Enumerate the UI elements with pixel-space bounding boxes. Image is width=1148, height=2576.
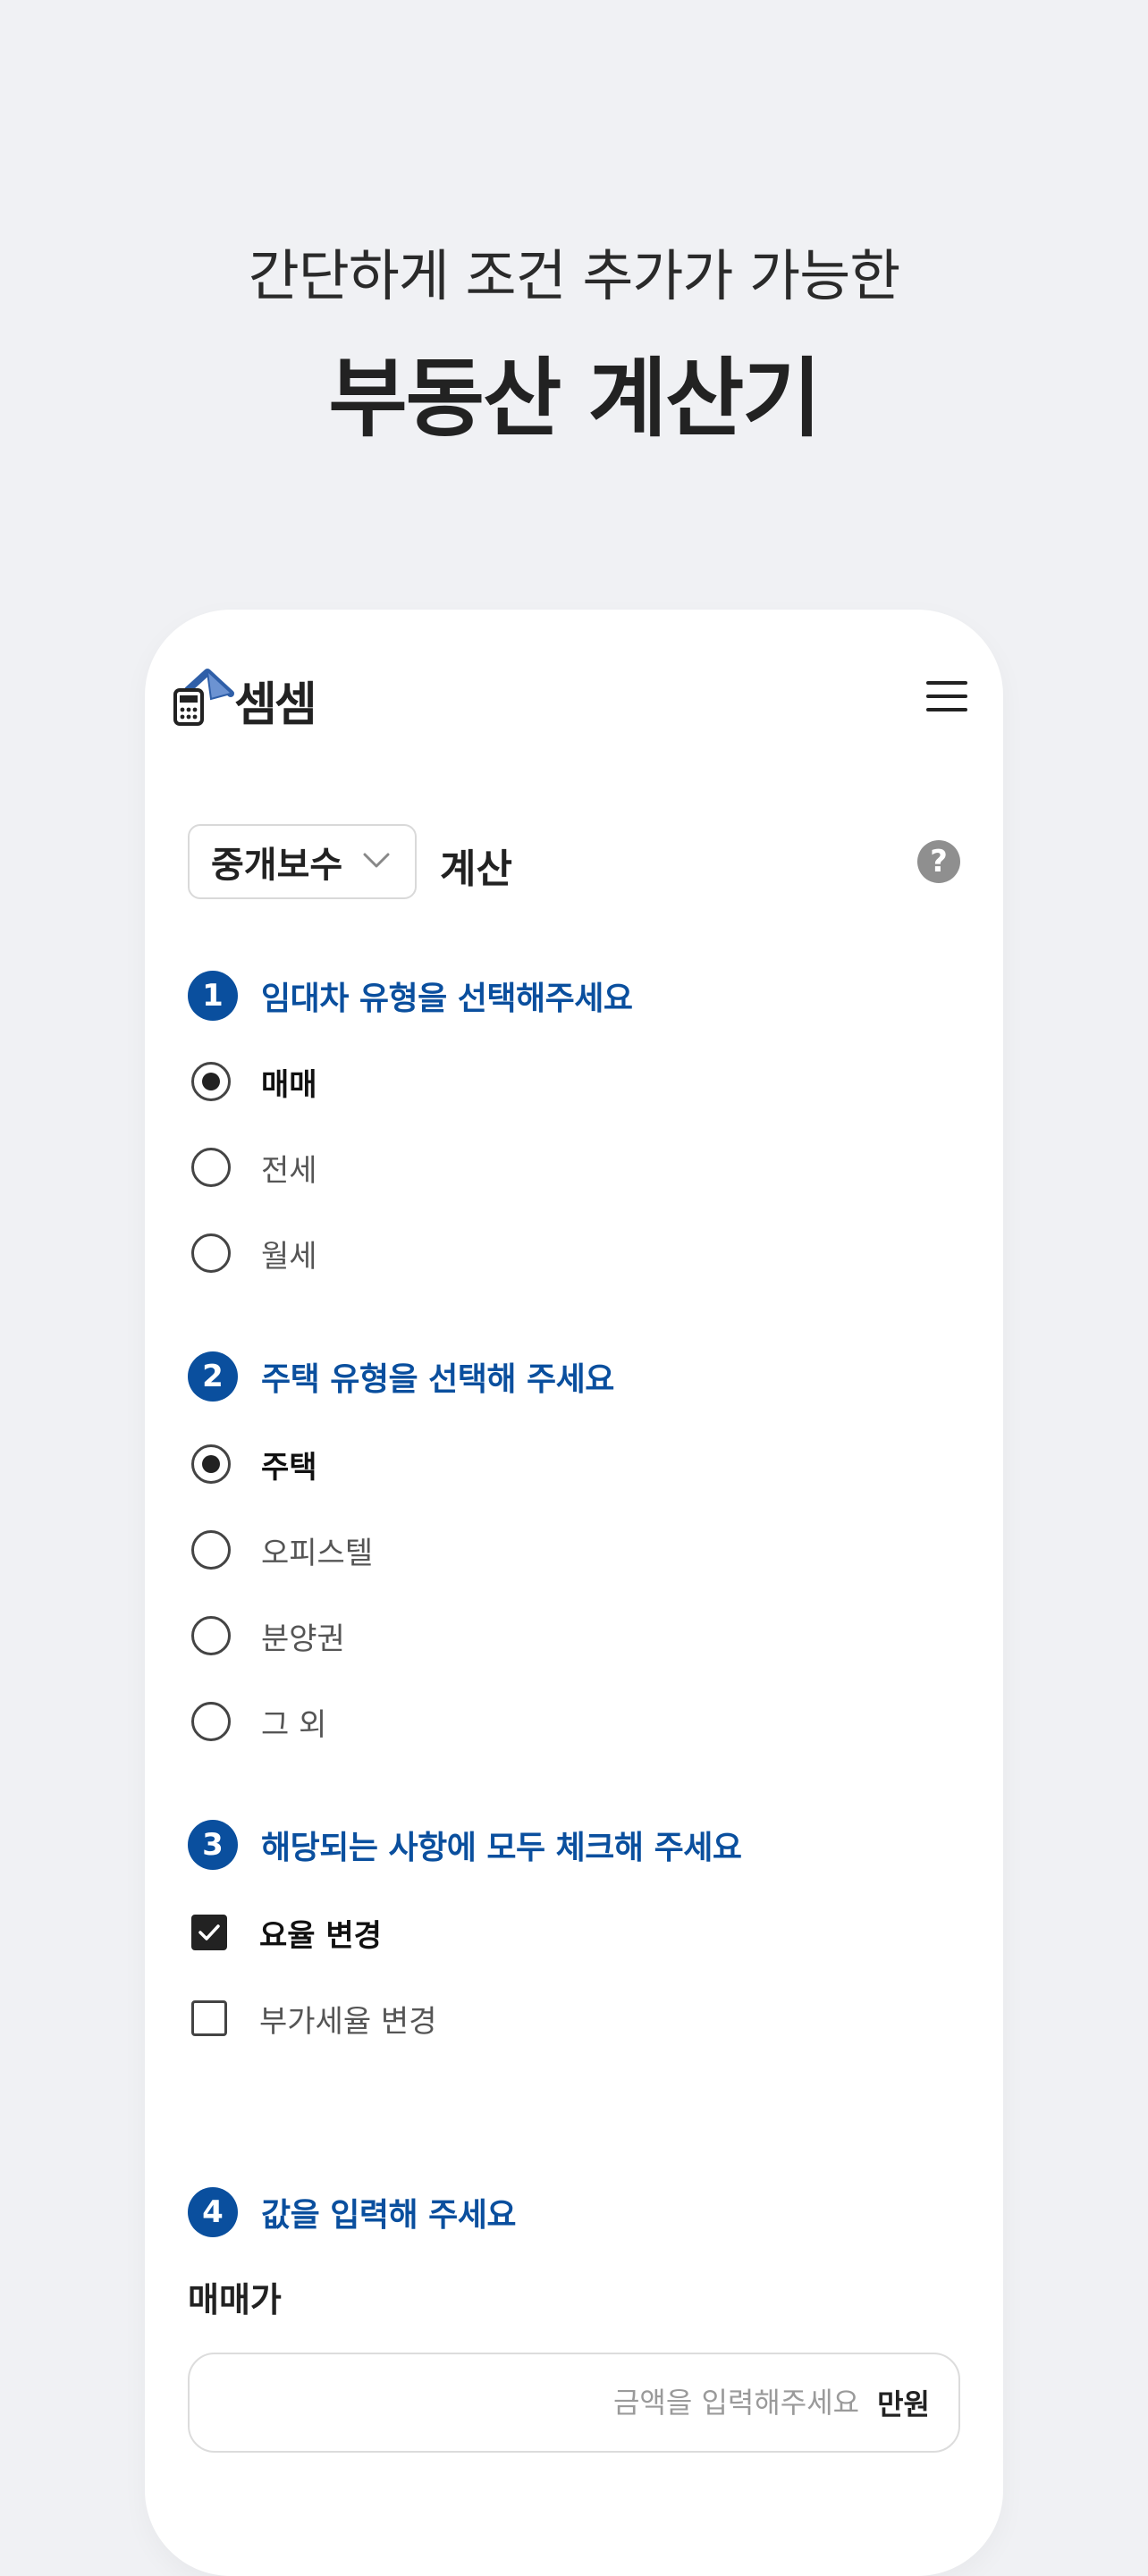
checkbox-vat-rate-change[interactable]: 부가세율 변경 bbox=[191, 1997, 437, 2040]
section-title-text: 주택 유형을 선택해 주세요 bbox=[261, 1361, 614, 1398]
radio-lease-jeonse[interactable]: 전세 bbox=[191, 1146, 317, 1189]
calculator-type-select[interactable]: 중개보수 bbox=[188, 824, 417, 899]
checkbox-checked-icon bbox=[191, 1915, 227, 1950]
sale-price-label: 매매가 bbox=[188, 2280, 282, 2319]
option-label: 오피스텔 bbox=[261, 1535, 374, 1571]
radio-empty-icon bbox=[191, 1233, 231, 1273]
step-number: 1 bbox=[188, 971, 238, 1021]
radio-selected-icon bbox=[191, 1062, 231, 1101]
option-label: 주택 bbox=[261, 1449, 317, 1486]
sale-price-field[interactable]: 만원 bbox=[188, 2353, 960, 2453]
help-icon[interactable]: ? bbox=[917, 840, 960, 883]
checkbox-rate-change[interactable]: 요율 변경 bbox=[191, 1911, 382, 1954]
radio-empty-icon bbox=[191, 1530, 231, 1570]
step-number: 2 bbox=[188, 1351, 238, 1402]
option-label: 부가세율 변경 bbox=[259, 2003, 437, 2040]
radio-house-type-house[interactable]: 주택 bbox=[191, 1443, 317, 1486]
hamburger-icon[interactable] bbox=[926, 681, 967, 711]
radio-house-type-other[interactable]: 그 외 bbox=[191, 1700, 326, 1743]
radio-selected-icon bbox=[191, 1444, 231, 1484]
sale-price-input[interactable] bbox=[285, 2385, 862, 2420]
headline-title: 부동산 계산기 bbox=[328, 349, 821, 449]
radio-empty-icon bbox=[191, 1616, 231, 1655]
radio-house-type-presale[interactable]: 분양권 bbox=[191, 1614, 345, 1657]
radio-house-type-officetel[interactable]: 오피스텔 bbox=[191, 1528, 373, 1571]
radio-lease-sale[interactable]: 매매 bbox=[191, 1060, 317, 1103]
section-title-text: 해당되는 사항에 모두 체크해 주세요 bbox=[261, 1830, 742, 1866]
house-calculator-icon bbox=[173, 669, 234, 726]
section-4-title: 4 값을 입력해 주세요 bbox=[188, 2187, 517, 2237]
calculator-header: 중개보수 계산 ? bbox=[188, 824, 960, 899]
calculator-label: 계산 bbox=[440, 846, 512, 892]
currency-unit: 만원 bbox=[877, 2387, 930, 2421]
check-icon bbox=[198, 1924, 220, 1940]
option-label: 월세 bbox=[261, 1238, 317, 1275]
option-label: 요율 변경 bbox=[259, 1917, 382, 1954]
app-logo-text: 셈셈 bbox=[234, 678, 317, 732]
checkbox-empty-icon bbox=[191, 2000, 227, 2036]
section-3-title: 3 해당되는 사항에 모두 체크해 주세요 bbox=[188, 1820, 742, 1870]
calculator-type-value: 중개보수 bbox=[211, 845, 343, 886]
step-number: 3 bbox=[188, 1820, 238, 1870]
section-1-title: 1 임대차 유형을 선택해주세요 bbox=[188, 971, 633, 1021]
option-label: 그 외 bbox=[261, 1706, 327, 1743]
option-label: 전세 bbox=[261, 1152, 317, 1189]
radio-lease-monthly[interactable]: 월세 bbox=[191, 1232, 317, 1275]
chevron-down-icon bbox=[363, 853, 390, 868]
radio-empty-icon bbox=[191, 1148, 231, 1187]
radio-empty-icon bbox=[191, 1702, 231, 1741]
headline-subtitle: 간단하게 조건 추가가 가능한 bbox=[248, 243, 901, 308]
step-number: 4 bbox=[188, 2187, 238, 2237]
section-title-text: 값을 입력해 주세요 bbox=[261, 2197, 517, 2234]
app-screen: 셈셈 중개보수 계산 ? 1 임대차 유형을 선택해주세요 매매 전세 월세 2… bbox=[145, 610, 1003, 2576]
section-2-title: 2 주택 유형을 선택해 주세요 bbox=[188, 1351, 614, 1402]
section-title-text: 임대차 유형을 선택해주세요 bbox=[261, 981, 633, 1017]
option-label: 매매 bbox=[261, 1066, 317, 1103]
option-label: 분양권 bbox=[261, 1621, 345, 1657]
